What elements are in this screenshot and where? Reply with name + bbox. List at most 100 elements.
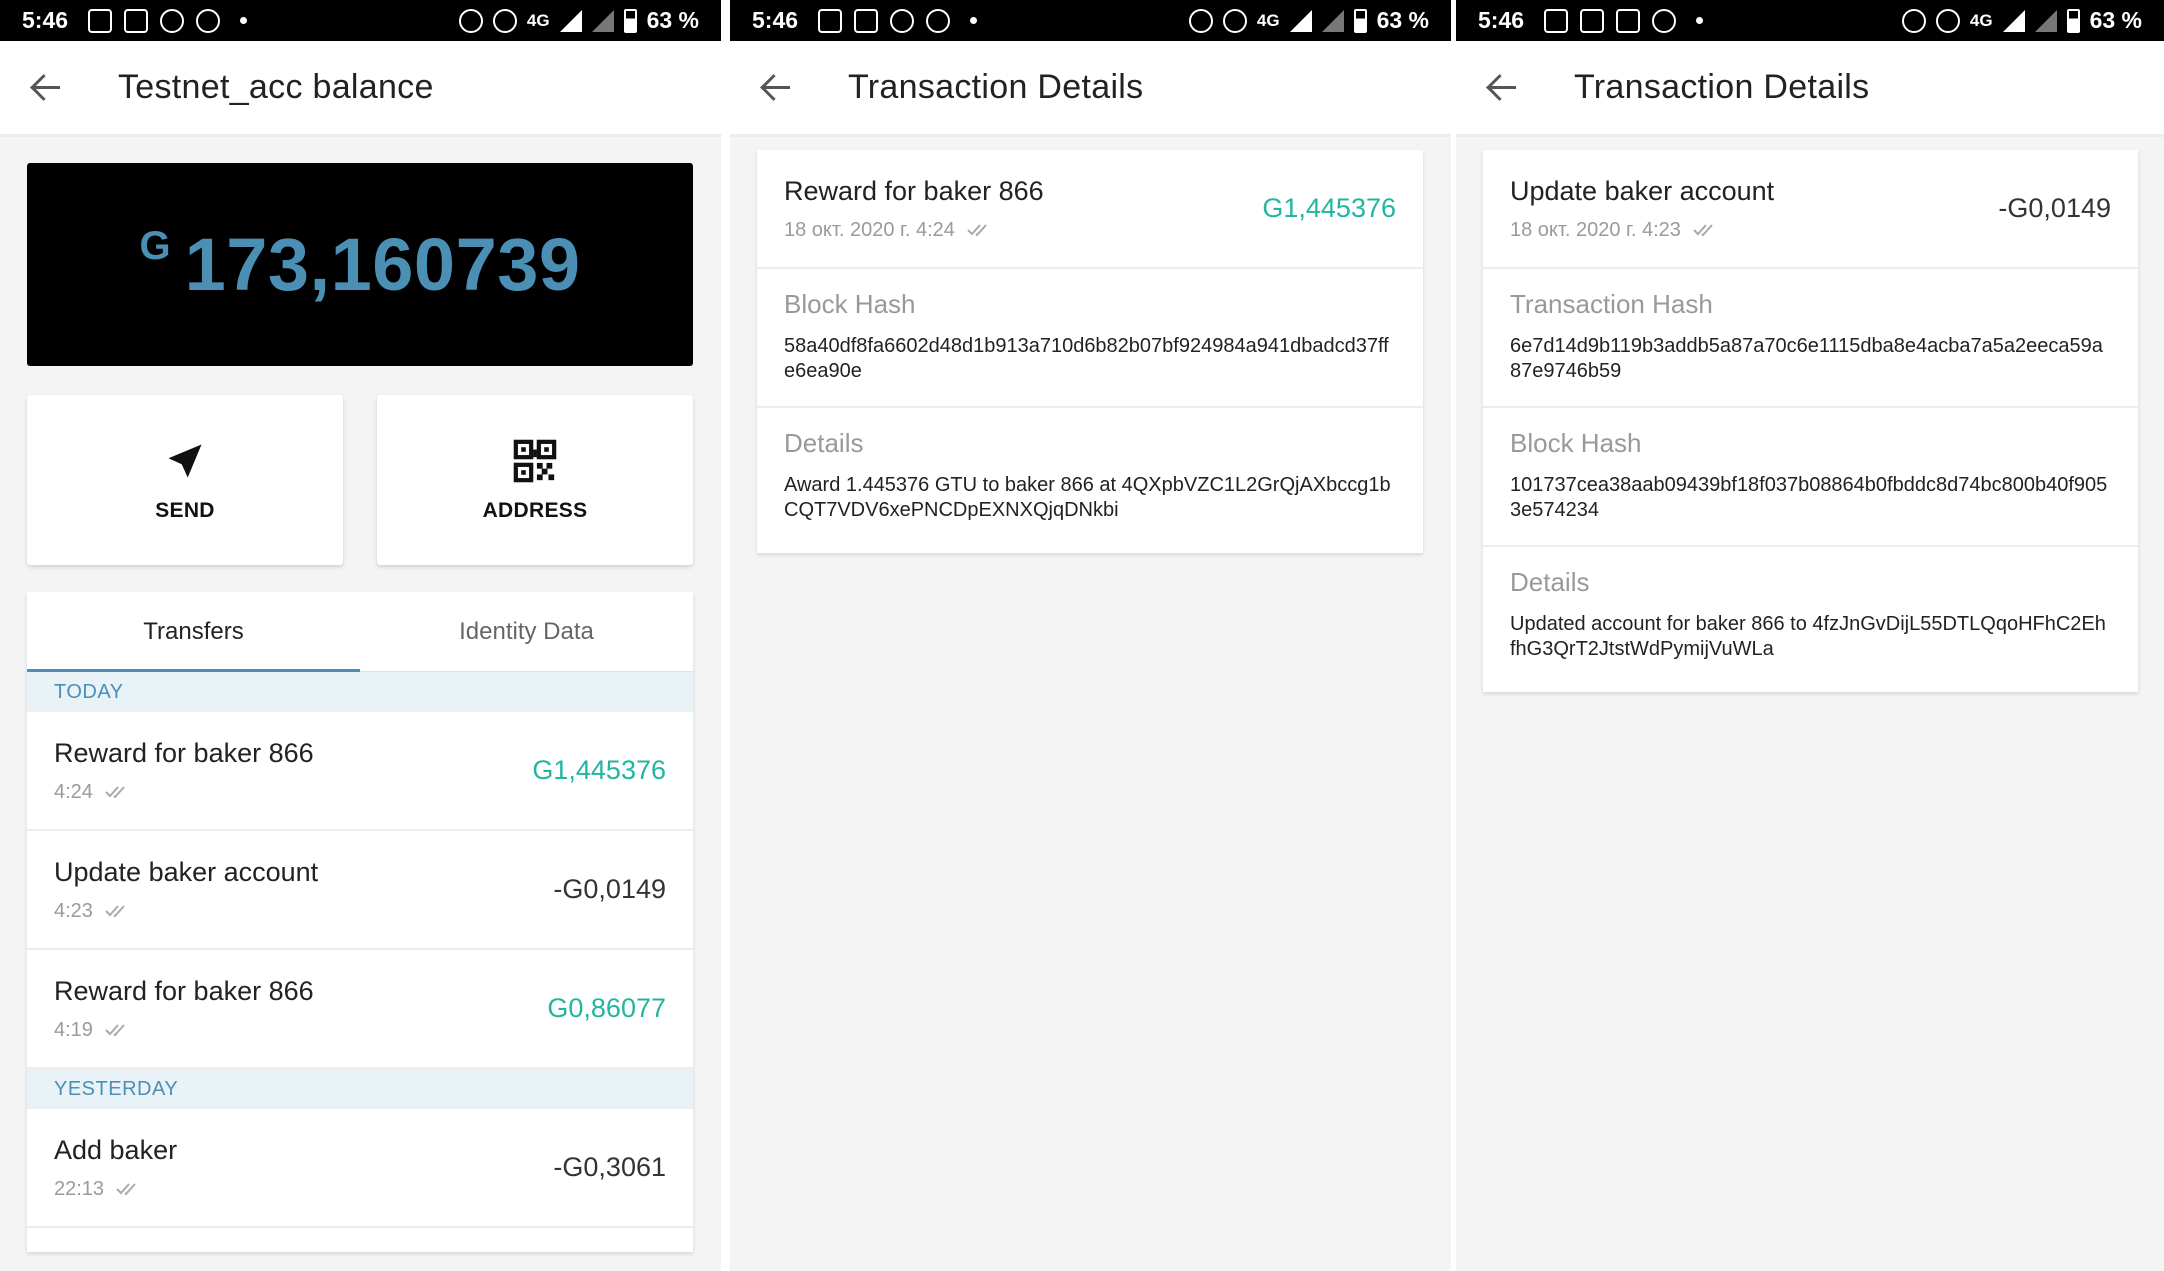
- tab-bar: Transfers Identity Data: [27, 592, 693, 672]
- battery-icon: [2066, 8, 2080, 33]
- transaction-amount: G1,445376: [532, 755, 666, 785]
- more-notifications-dot: [240, 17, 248, 24]
- transaction-row[interactable]: Reward for baker 866 4:19 G0,86077: [27, 950, 693, 1069]
- signal-icon: [1289, 9, 1312, 32]
- notification-icon: [1580, 8, 1605, 33]
- battery-icon: [1353, 8, 1367, 33]
- block-hash-section: Block Hash 58a40df8fa6602d48d1b913a710d6…: [757, 269, 1423, 408]
- tab-transfers[interactable]: Transfers: [27, 592, 360, 672]
- back-arrow-icon[interactable]: [30, 72, 62, 104]
- transaction-amount: -G0,0149: [1998, 193, 2111, 223]
- transaction-title: Reward for baker 866: [54, 975, 314, 1006]
- transaction-details-screen: 5:46 4G 63 % Transaction Details Update …: [1456, 0, 2164, 1271]
- transaction-hash-label: Transaction Hash: [1510, 289, 1713, 319]
- block-hash-label: Block Hash: [1510, 428, 1642, 458]
- transaction-hash-value: 6e7d14d9b119b3addb5a87a70c6e1115dba8e4ac…: [1510, 335, 2103, 382]
- section-header-yesterday: YESTERDAY: [27, 1069, 693, 1109]
- detail-header: Update baker account 18 окт. 2020 г. 4:2…: [1483, 150, 2138, 269]
- back-arrow-icon[interactable]: [1486, 72, 1518, 104]
- back-arrow-icon[interactable]: [760, 72, 792, 104]
- block-hash-label: Block Hash: [784, 289, 916, 319]
- app-notification-icon: [1616, 8, 1641, 33]
- status-right: 4G 63 %: [1901, 7, 2142, 34]
- details-value: Updated account for baker 866 to 4fzJnGv…: [1510, 613, 2106, 660]
- notification-icon: [818, 8, 843, 33]
- alarm-icon: [1652, 8, 1677, 33]
- account-balance-screen: 5:46 4G 63 % Testnet_acc balance G 173,1…: [0, 0, 721, 1271]
- double-check-icon: [1693, 224, 1713, 237]
- do-not-disturb-icon: [1222, 8, 1247, 33]
- app-bar: Transaction Details: [1456, 41, 2164, 137]
- double-check-icon: [105, 786, 125, 799]
- notification-icons: [1544, 8, 1704, 33]
- signal-empty-icon: [1321, 9, 1344, 32]
- status-time: 5:46: [22, 7, 69, 33]
- page-title: Testnet_acc balance: [118, 68, 434, 106]
- block-hash-section: Block Hash 101737cea38aab09439bf18f037b0…: [1483, 408, 2138, 547]
- more-notifications-dot: [970, 17, 978, 24]
- transaction-row[interactable]: Update baker account 4:23 -G0,0149: [27, 831, 693, 950]
- status-time: 5:46: [752, 7, 799, 33]
- more-notifications-dot: [1696, 17, 1704, 24]
- transaction-row[interactable]: Add baker 22:13 -G0,3061: [27, 1109, 693, 1228]
- notification-icons: [88, 8, 248, 33]
- transaction-title: Reward for baker 866: [784, 175, 1044, 206]
- tab-identity-data[interactable]: Identity Data: [360, 592, 693, 671]
- details-label: Details: [784, 428, 864, 458]
- status-right: 4G 63 %: [1188, 7, 1429, 34]
- app-bar: Testnet_acc balance: [0, 41, 721, 137]
- address-label: ADDRESS: [482, 499, 588, 522]
- transaction-amount: G1,445376: [1262, 193, 1396, 223]
- alarm-icon: [890, 8, 915, 33]
- at-sign-icon: [926, 8, 951, 33]
- do-not-disturb-icon: [1935, 8, 1960, 33]
- transaction-detail-card: Reward for baker 866 18 окт. 2020 г. 4:2…: [757, 150, 1423, 553]
- signal-icon: [2002, 9, 2025, 32]
- currency-symbol: G: [139, 224, 171, 268]
- notification-icons: [818, 8, 978, 33]
- battery-icon: [623, 8, 637, 33]
- alarm-icon: [458, 8, 483, 33]
- detail-header: Reward for baker 866 18 окт. 2020 г. 4:2…: [757, 150, 1423, 269]
- image-icon: [1544, 8, 1569, 33]
- app-bar: Transaction Details: [730, 41, 1451, 137]
- alarm-icon: [1901, 8, 1926, 33]
- transaction-time: 4:23: [54, 899, 93, 922]
- balance-amount: 173,160739: [184, 223, 581, 306]
- status-right: 4G 63 %: [458, 7, 699, 34]
- page-title: Transaction Details: [848, 68, 1144, 106]
- battery-percent: 63 %: [1376, 7, 1429, 33]
- qr-code-icon: [511, 437, 559, 485]
- at-sign-icon: [196, 8, 221, 33]
- network-type: 4G: [1969, 10, 1993, 30]
- balance-card: G 173,160739: [27, 163, 693, 366]
- double-check-icon: [105, 905, 125, 918]
- transaction-time: 4:24: [54, 780, 93, 803]
- status-time: 5:46: [1478, 7, 1525, 33]
- section-header-today: TODAY: [27, 672, 693, 712]
- network-type: 4G: [1256, 10, 1280, 30]
- transaction-date: 18 окт. 2020 г. 4:24: [784, 218, 955, 241]
- details-value: Award 1.445376 GTU to baker 866 at 4QXpb…: [784, 474, 1391, 521]
- transaction-time: 22:13: [54, 1177, 105, 1200]
- do-not-disturb-icon: [492, 8, 517, 33]
- transaction-title: Add baker: [54, 1134, 178, 1165]
- transaction-row[interactable]: Reward for baker 866 4:24 G1,445376: [27, 712, 693, 831]
- battery-percent: 63 %: [646, 7, 699, 33]
- details-label: Details: [1510, 567, 1590, 597]
- transaction-details-screen: 5:46 4G 63 % Transaction Details Reward …: [730, 0, 1451, 1271]
- status-bar: 5:46 4G 63 %: [1456, 0, 2164, 41]
- status-bar: 5:46 4G 63 %: [0, 0, 721, 41]
- address-button[interactable]: ADDRESS: [377, 395, 693, 565]
- double-check-icon: [105, 1024, 125, 1037]
- app-notification-icon: [124, 8, 149, 33]
- send-button[interactable]: SEND: [27, 395, 343, 565]
- details-section: Details Updated account for baker 866 to…: [1483, 547, 2138, 692]
- transaction-hash-section: Transaction Hash 6e7d14d9b119b3addb5a87a…: [1483, 269, 2138, 408]
- alarm-icon: [160, 8, 185, 33]
- signal-empty-icon: [2034, 9, 2057, 32]
- block-hash-value: 101737cea38aab09439bf18f037b08864b0fbddc…: [1510, 474, 2108, 521]
- signal-empty-icon: [591, 9, 614, 32]
- double-check-icon: [116, 1183, 136, 1196]
- transaction-amount: G0,86077: [547, 993, 666, 1023]
